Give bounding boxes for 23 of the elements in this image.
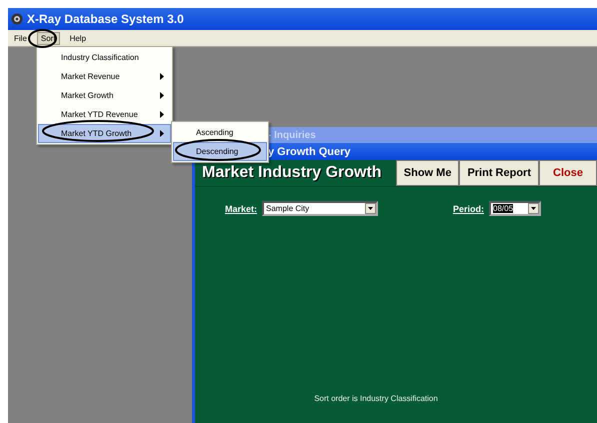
window-title: X-Ray Database System 3.0 bbox=[27, 12, 184, 26]
submenu-arrow-icon bbox=[160, 111, 164, 118]
menu-item[interactable]: Industry Classification bbox=[38, 48, 171, 67]
period-dropdown[interactable]: 08/05 bbox=[489, 201, 542, 216]
menu-item[interactable]: Market Growth bbox=[38, 86, 171, 105]
annotation-ellipse bbox=[28, 29, 57, 48]
close-button[interactable]: Close bbox=[539, 160, 597, 186]
field-label: Market: bbox=[225, 204, 258, 214]
form-heading: Market Industry Growth bbox=[201, 164, 383, 182]
action-button[interactable]: Show Me bbox=[396, 160, 460, 186]
menu-item[interactable]: Ascending bbox=[173, 123, 267, 142]
submenu-arrow-icon bbox=[160, 92, 164, 99]
menu-item[interactable]: Market YTD Revenue bbox=[38, 105, 171, 124]
market-dropdown[interactable]: Sample City bbox=[262, 201, 378, 216]
status-text: Sort order is Industry Classification bbox=[314, 394, 438, 403]
menu-item[interactable]: Help bbox=[66, 32, 90, 44]
menu-item[interactable]: Market Revenue bbox=[38, 67, 171, 86]
field-label: Period: bbox=[453, 204, 484, 214]
menu-item[interactable]: File bbox=[10, 32, 31, 44]
submenu-arrow-icon bbox=[160, 130, 164, 137]
app-icon bbox=[11, 13, 23, 25]
submenu-arrow-icon bbox=[160, 73, 164, 80]
action-button[interactable]: Print Report bbox=[459, 160, 539, 186]
